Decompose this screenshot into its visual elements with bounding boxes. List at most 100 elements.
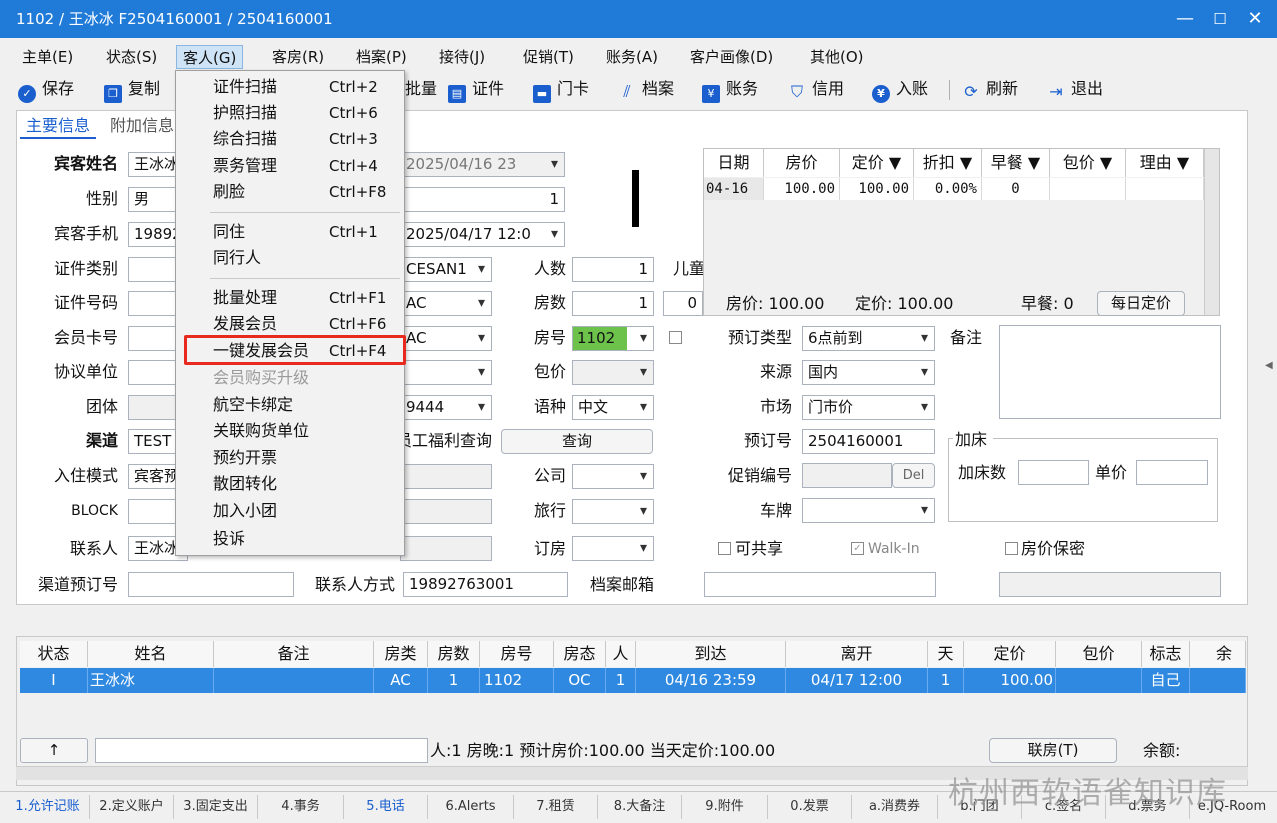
copy-button[interactable]: ❐ 复制: [104, 76, 160, 103]
close-button[interactable]: ✕: [1240, 6, 1270, 32]
room-type-select[interactable]: AC: [400, 291, 492, 316]
list-cell-balance[interactable]: [1190, 668, 1246, 693]
remark-textarea[interactable]: [999, 325, 1221, 419]
rate-header-package[interactable]: 包价 ▼: [1050, 149, 1126, 177]
list-header-fixed-rate[interactable]: 定价: [964, 641, 1056, 667]
booking-type-select[interactable]: 6点前到: [802, 326, 935, 351]
rate-header-date[interactable]: 日期: [704, 149, 764, 177]
link-room-button[interactable]: 联房(T): [989, 738, 1117, 763]
room-lock-checkbox[interactable]: [669, 331, 682, 344]
menu-item-batch-process[interactable]: 批量处理: [213, 286, 277, 310]
status-tab-a[interactable]: a.消费券: [852, 795, 938, 819]
rate-secret-checkbox[interactable]: [1005, 542, 1018, 555]
menu-item-ticket-mgmt[interactable]: 票务管理: [213, 154, 277, 178]
rate-header-reason[interactable]: 理由 ▼: [1126, 149, 1204, 177]
list-header-rooms[interactable]: 房数: [428, 641, 480, 667]
rate-header-breakfast[interactable]: 早餐 ▼: [982, 149, 1050, 177]
scroll-top-button[interactable]: ↑: [20, 738, 88, 763]
status-tab-5[interactable]: 5.电话: [344, 795, 428, 819]
credit-button[interactable]: ⛉ 信用: [788, 76, 844, 102]
tab-main-info[interactable]: 主要信息: [20, 113, 97, 139]
status-tab-1[interactable]: 1.允许记账: [6, 795, 90, 819]
rate-grid-scrollbar[interactable]: [1204, 149, 1219, 315]
persons-input[interactable]: 1: [572, 257, 654, 282]
list-filter-input[interactable]: [95, 738, 428, 763]
menu-item-develop-member[interactable]: 发展会员: [213, 312, 277, 336]
menu-status[interactable]: 状态(S): [100, 45, 163, 69]
menu-item-share-room[interactable]: 同住: [213, 220, 245, 244]
menu-item-join-small-group[interactable]: 加入小团: [213, 499, 277, 523]
menu-item-face-scan[interactable]: 刷脸: [213, 180, 245, 204]
list-cell-room-status[interactable]: OC: [554, 668, 606, 693]
promo-no-input[interactable]: [802, 463, 892, 488]
rate-cell-rate[interactable]: 100.00: [764, 178, 840, 200]
list-header-status[interactable]: 状态: [20, 641, 88, 667]
middle-field-1[interactable]: [400, 464, 492, 489]
departure-datetime[interactable]: 2025/04/17 12:0: [400, 222, 565, 247]
booker-select[interactable]: [572, 536, 654, 561]
zero-input[interactable]: 0: [663, 291, 703, 316]
menu-item-complaint[interactable]: 投诉: [213, 527, 245, 551]
contact-method-input[interactable]: 19892763001: [403, 572, 568, 597]
tab-extra-info[interactable]: 附加信息: [104, 113, 180, 139]
extra-field[interactable]: [999, 572, 1221, 597]
list-cell-package[interactable]: [1056, 668, 1142, 693]
list-header-remark[interactable]: 备注: [214, 641, 374, 667]
menu-guest[interactable]: 客人(G): [176, 45, 244, 69]
list-cell-status[interactable]: I: [20, 668, 88, 693]
company-select[interactable]: [572, 464, 654, 489]
rooms-input[interactable]: 1: [572, 291, 654, 316]
collapse-arrow-icon[interactable]: ◀: [1265, 360, 1273, 371]
refresh-button[interactable]: ⟳ 刷新: [962, 76, 1018, 102]
menu-reception[interactable]: 接待(J): [433, 45, 491, 69]
list-header-flag[interactable]: 标志: [1142, 641, 1190, 667]
list-cell-room-type[interactable]: AC: [374, 668, 428, 693]
promo-delete-button[interactable]: Del: [892, 463, 935, 488]
maximize-button[interactable]: ☐: [1205, 6, 1235, 32]
menu-profile[interactable]: 档案(P): [350, 45, 413, 69]
save-button[interactable]: ✓ 保存: [18, 76, 74, 103]
rate-header-fixed[interactable]: 定价 ▼: [840, 149, 914, 177]
list-cell-fixed-rate[interactable]: 100.00: [964, 668, 1056, 693]
profile-email-input[interactable]: [704, 572, 936, 597]
menu-item-passport-scan[interactable]: 护照扫描: [213, 101, 277, 125]
room-no-select[interactable]: 1102: [572, 326, 654, 351]
menu-other[interactable]: 其他(O): [804, 45, 870, 69]
menu-item-group-convert[interactable]: 散团转化: [213, 472, 277, 496]
post-button[interactable]: ¥ 入账: [872, 76, 928, 103]
menu-item-invoice-appointment[interactable]: 预约开票: [213, 446, 277, 470]
list-cell-days[interactable]: 1: [928, 668, 964, 693]
language-select[interactable]: 中文: [572, 395, 654, 420]
account-button[interactable]: ¥ 账务: [702, 76, 758, 103]
rate-cell-reason[interactable]: [1126, 178, 1204, 200]
profile-button[interactable]: ⫽ 档案: [618, 76, 674, 102]
card-button[interactable]: ▬ 门卡: [533, 76, 589, 103]
travel-select[interactable]: [572, 499, 654, 524]
list-header-room-no[interactable]: 房号: [480, 641, 554, 667]
exit-button[interactable]: ⇥ 退出: [1047, 76, 1103, 102]
staff-code-select[interactable]: 9444: [400, 395, 492, 420]
rate-cell-breakfast[interactable]: 0: [982, 178, 1050, 200]
market-select[interactable]: 门市价: [802, 395, 935, 420]
package-select[interactable]: [572, 360, 654, 385]
walkin-checkbox[interactable]: ✓: [851, 542, 864, 555]
middle-field-2[interactable]: [400, 499, 492, 524]
status-tab-4[interactable]: 4.事务: [258, 795, 344, 819]
list-cell-flag[interactable]: 自己: [1142, 668, 1190, 693]
list-cell-rooms[interactable]: 1: [428, 668, 480, 693]
batch-button[interactable]: 批量: [405, 76, 437, 102]
rate-cell-date[interactable]: 04-16: [704, 178, 764, 200]
status-tab-6[interactable]: 6.Alerts: [428, 795, 514, 819]
list-header-room-status[interactable]: 房态: [554, 641, 606, 667]
status-tab-8[interactable]: 8.大备注: [598, 795, 682, 819]
list-header-arrival[interactable]: 到达: [636, 641, 786, 667]
list-cell-arrival[interactable]: 04/16 23:59: [636, 668, 786, 693]
list-header-package[interactable]: 包价: [1056, 641, 1142, 667]
menu-item-related-buyer[interactable]: 关联购货单位: [213, 419, 309, 443]
menu-item-member-upgrade[interactable]: 会员购买升级: [213, 366, 309, 390]
list-cell-persons[interactable]: 1: [606, 668, 636, 693]
menu-main[interactable]: 主单(E): [16, 45, 79, 69]
rate-code-select[interactable]: CESAN1: [400, 257, 492, 282]
rate-cell-package[interactable]: [1050, 178, 1126, 200]
menu-item-companion[interactable]: 同行人: [213, 246, 261, 270]
